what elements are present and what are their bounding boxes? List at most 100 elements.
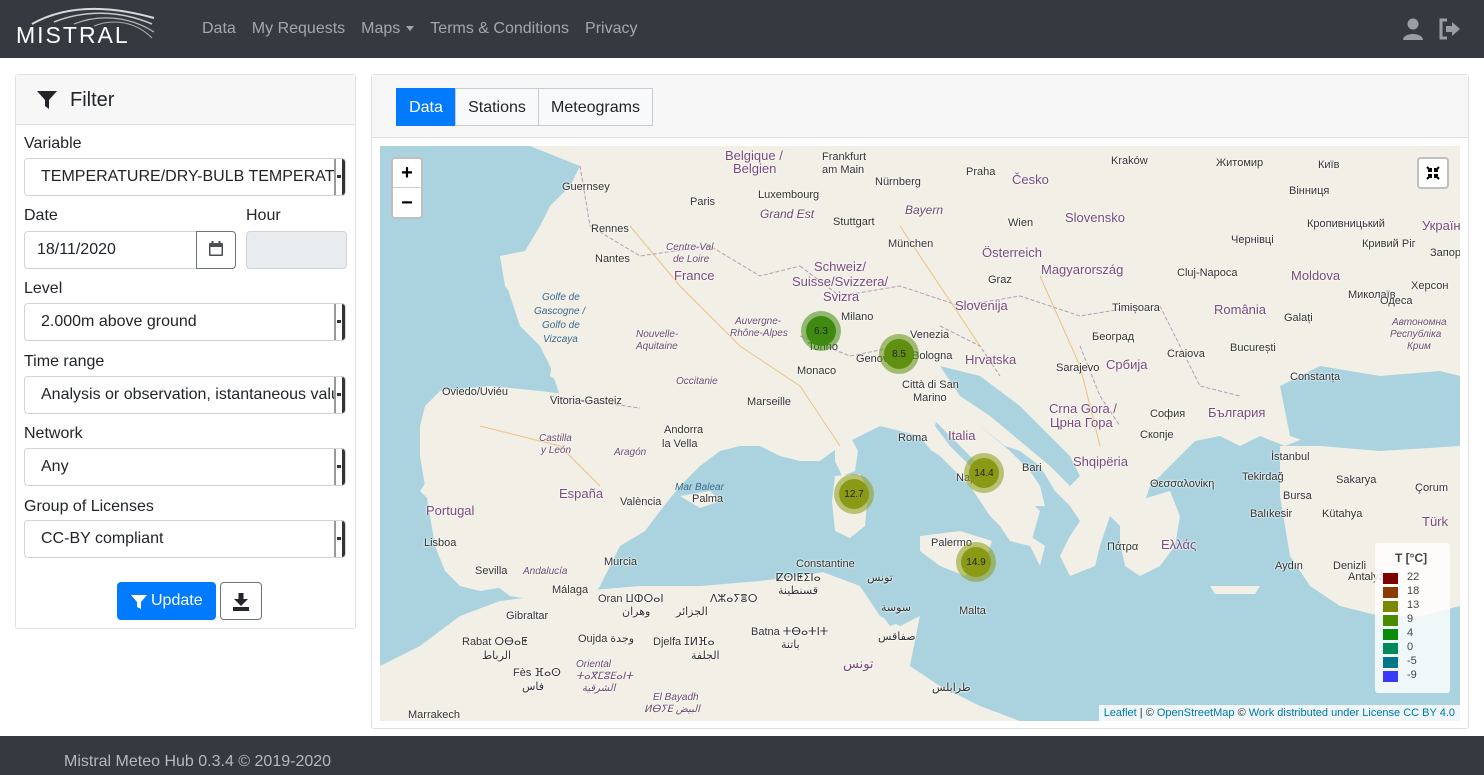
licenses-select[interactable]: CC-BY compliant [24,520,346,558]
time-range-select[interactable]: Analysis or observation, istantaneous va… [24,376,346,414]
fullscreen-exit-icon [1426,166,1440,180]
nav-link-data[interactable]: Data [194,20,244,38]
calendar-button[interactable] [196,231,236,269]
map-label: سوسة [881,602,912,614]
legend-value: 13 [1407,599,1420,611]
map-label: Galați [1284,312,1313,324]
map-label: Θεσσαλονίκη [1150,478,1215,490]
map-label: Республіка [1390,329,1442,340]
map-label: България [1208,405,1266,420]
filter-panel: Filter Variable TEMPERATURE/DRY-BULB TEM… [15,74,356,629]
attribution-sep: © [1234,707,1249,719]
map-label: ⵇⵙⵏⵟⵉⵏⴰ [776,572,821,584]
map-label: Nürnberg [875,176,921,188]
osm-link[interactable]: OpenStreetMap [1157,707,1235,719]
main-panel: Data Stations Meteograms Belgique / Belg… [371,74,1469,729]
map-label: München [888,238,934,250]
map-label: Svizra [823,289,860,304]
select-arrow-icon [334,521,345,557]
leaflet-link[interactable]: Leaflet [1104,707,1137,719]
map-label: ⵍⴱⵢⴹ البيض [644,704,700,715]
date-input[interactable]: 18/11/2020 [24,231,197,269]
map-label: Hrvatska [965,352,1017,367]
select-arrow-icon [334,377,345,413]
network-select[interactable]: Any [24,448,346,486]
cluster-value: 8.5 [884,339,914,369]
map-label: El Bayadh [653,692,699,703]
map-label: Gibraltar [506,610,549,622]
license-link[interactable]: Work distributed under License CC BY 4.0 [1249,707,1455,719]
map-label: Aquitaine [636,341,678,352]
map-label: València [620,496,662,508]
legend-value: -5 [1407,655,1417,667]
map-label: Bari [1022,462,1042,474]
map-label: Кривий Ріг [1362,238,1416,250]
temperature-cluster-marker[interactable]: 14.9 [956,542,996,582]
map-label: Україна [1422,218,1460,233]
nav-link-privacy[interactable]: Privacy [577,20,645,38]
legend-value: 4 [1407,627,1414,639]
map-label: Castilla [539,433,572,444]
nav-link-my-requests[interactable]: My Requests [244,20,353,38]
temperature-cluster-marker[interactable]: 12.7 [834,474,874,514]
nav-link-maps[interactable]: Maps [353,20,422,38]
map-label: وهران [622,606,651,618]
zoom-out-button[interactable]: − [393,189,421,218]
map-label: Vitoria-Gasteiz [550,395,622,407]
fullscreen-button[interactable] [1417,157,1449,189]
map-label: Palma [692,493,724,505]
map-label: Roma [898,432,928,444]
footer: Mistral Meteo Hub 0.3.4 © 2019-2020 [0,736,1484,775]
temperature-cluster-marker[interactable]: 6.3 [801,311,841,351]
zoom-in-button[interactable]: + [393,159,421,188]
temperature-cluster-marker[interactable]: 14.4 [964,453,1004,493]
map-attribution: Leaflet | © OpenStreetMap © Work distrib… [1098,705,1460,721]
map-label: Italia [948,428,976,443]
level-select[interactable]: 2.000m above ground [24,303,346,341]
map-label: Gascogne / [534,306,586,317]
variable-select[interactable]: TEMPERATURE/DRY-BULB TEMPERATURE [24,158,346,196]
hour-input[interactable] [246,231,347,269]
brand-logo[interactable]: MISTRAL [14,4,159,48]
map-label: Cluj-Napoca [1177,267,1238,279]
filter-header: Filter [16,75,355,125]
map-label: ⵜⴰⴳⵎⵓⴹⴰⵏⵜ [576,671,633,682]
map-label: France [674,268,715,283]
time-range-value: Analysis or observation, istantaneous va… [41,386,337,403]
user-icon[interactable] [1401,17,1425,41]
map-label: İstanbul [1271,451,1310,463]
map-label: Slovensko [1065,210,1125,225]
date-label: Date [24,207,58,224]
legend-value: -9 [1407,669,1417,681]
download-button[interactable] [220,582,262,620]
map-label: Centre-Val [666,242,714,253]
map-view[interactable]: Belgique / Belgien Frankfurt am Main Lux… [380,146,1460,721]
legend-value: 18 [1407,585,1420,597]
map-label: Kütahya [1322,508,1363,520]
attribution-sep: | © [1136,707,1157,719]
map-label: Вінниця [1289,185,1330,197]
map-label: Belgien [733,161,777,176]
map-label: Nouvelle- [636,329,679,340]
licenses-value: CC-BY compliant [41,530,164,547]
map-label: Bayern [905,203,944,217]
map-label: Milano [841,311,874,323]
tab-meteograms[interactable]: Meteograms [538,88,653,126]
map-label: طرابلس [932,682,971,694]
map-label: فاس [522,681,545,693]
cluster-value: 12.7 [839,479,869,509]
map-label: Mar Balear [675,482,724,493]
tab-stations[interactable]: Stations [455,88,539,126]
download-icon [233,593,249,611]
temperature-cluster-marker[interactable]: 8.5 [879,334,919,374]
legend-title: T [°C] [1395,551,1428,565]
sign-out-icon[interactable] [1438,17,1462,41]
map-label: Djelfa ⵊⵍⴼⴰ [653,636,715,648]
select-arrow-icon [334,159,345,195]
nav-link-terms[interactable]: Terms & Conditions [422,20,577,38]
map-label: Venezia [910,329,950,341]
map-label: Andalucía [523,566,568,577]
map-label: Timișoara [1112,302,1160,314]
update-button[interactable]: Update [117,582,216,620]
tab-data[interactable]: Data [396,88,456,126]
